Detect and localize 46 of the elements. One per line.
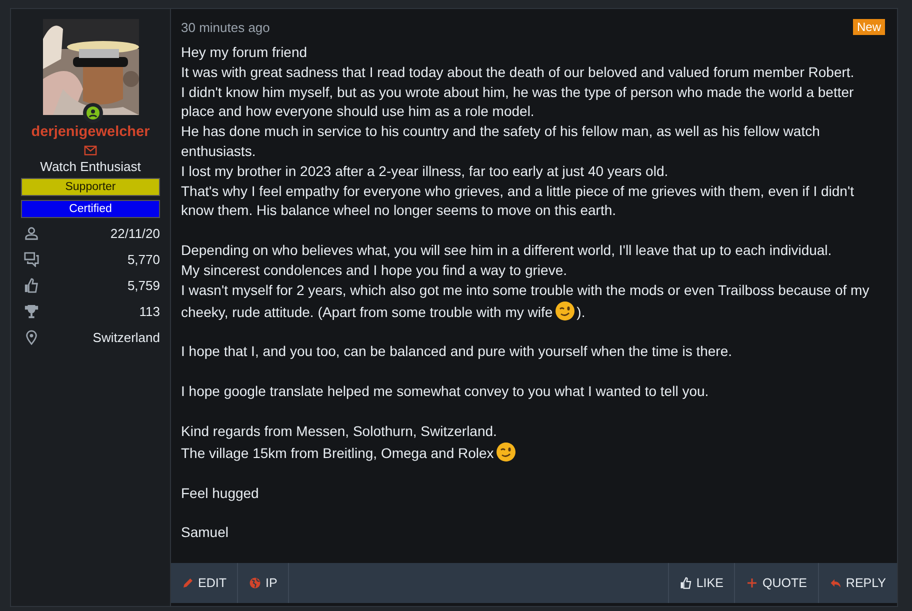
message-text: I didn't know him myself, but as you wrote about him, he was the type of person who made the world a better place and how everyone should use him as a role model.: [181, 84, 854, 120]
ip-button[interactable]: IP: [238, 563, 290, 604]
message-text: Hey my forum friend: [181, 44, 308, 60]
username-link[interactable]: derjenigewelcher: [31, 124, 150, 140]
edit-button[interactable]: EDIT: [171, 563, 238, 604]
message-text: I hope google translate helped me somewhat convey to you what I wanted to tell you.: [181, 383, 709, 400]
message-text: Depending on who believes what, you will see him in a different world, I'll leave that up to each individual.: [181, 242, 832, 258]
message-text: Feel hugged: [181, 484, 259, 501]
message-text: The village 15km from Breitling, Omega and Rolex: [181, 444, 494, 461]
message-text: I hope that I, and you too, can be balanced and pure with yourself when the time is there.: [181, 343, 732, 360]
pencil-icon: [182, 577, 194, 590]
person-icon: [24, 226, 39, 240]
stat-value: 22/11/20: [110, 226, 160, 240]
user-title: Watch Enthusiast: [40, 159, 141, 174]
post-time[interactable]: 30 minutes ago: [181, 20, 270, 34]
winking-face-icon: [554, 300, 575, 321]
message-text: ).: [576, 304, 586, 320]
message-text: My sincerest condolences and I hope you find a way to grieve.: [181, 262, 567, 278]
trophy-icon: [24, 304, 39, 318]
plus-icon: [746, 577, 758, 590]
like-button[interactable]: LIKE: [668, 563, 734, 604]
stat-value: Switzerland: [92, 330, 160, 344]
message-text: cheeky, rude attitude. (Apart from some trouble with my wife: [181, 304, 553, 320]
thumbs-up-icon: [24, 278, 39, 292]
globe-icon: [249, 577, 262, 590]
envelope-icon[interactable]: [84, 145, 97, 156]
new-label: New: [852, 19, 885, 35]
winking-face-icon: [496, 442, 516, 462]
message-text: I lost my brother in 2023 after a 2-year illness, far too early at just 40 years old.: [181, 162, 668, 179]
stat-value: 113: [139, 304, 160, 318]
reply-button[interactable]: REPLY: [818, 563, 897, 604]
message-text: It was with great sadness that I read today about the death of our beloved and valued forum member Robert.: [181, 64, 854, 80]
user-banner: Certified: [21, 200, 160, 218]
thumbs-up-icon: [680, 577, 692, 590]
reply-arrow-icon: [830, 577, 842, 590]
user-banner: Supporter: [21, 178, 160, 196]
speech-bubbles-icon: [24, 252, 39, 266]
message-text: That's why I feel empathy for everyone who grieves, and a little piece of me grieves with them, even if I didn't know them. His balance wheel no longer seems to move on this earth.: [181, 182, 854, 218]
stat-value: 5,770: [127, 252, 160, 266]
stat-value: 5,759: [127, 278, 160, 292]
message-text: Samuel: [181, 524, 228, 540]
quote-button[interactable]: QUOTE: [734, 563, 818, 604]
message-text: He has done much in service to his country and the safety of his fellow man, as well as his fellow watch enthusiasts.: [181, 123, 820, 159]
message-text: I wasn't myself for 2 years, which also got me into some trouble with the mods or even Trailboss because of my: [181, 282, 870, 298]
message-text: Kind regards from Messen, Solothurn, Switzerland.: [181, 422, 497, 439]
map-pin-icon: [24, 330, 39, 344]
